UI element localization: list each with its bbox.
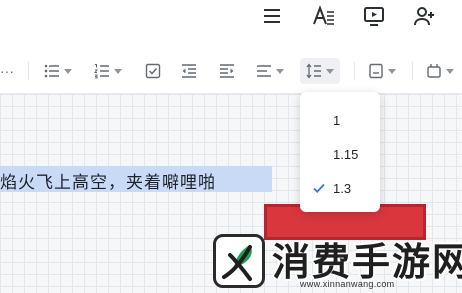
numbered-list-icon [94, 64, 109, 79]
outdent-button[interactable] [181, 60, 197, 82]
align-button[interactable] [256, 60, 284, 82]
insert-block-icon [369, 63, 383, 79]
line-spacing-option-1[interactable]: 1 [300, 104, 380, 136]
line-spacing-icon [306, 63, 321, 79]
bullet-list-button[interactable] [44, 60, 72, 82]
insert-widget-icon [427, 64, 441, 78]
outdent-icon [182, 64, 196, 78]
leaf-logo-icon [222, 245, 252, 281]
bullet-list-icon [44, 64, 59, 78]
format-toolbar: ··· [0, 46, 462, 94]
insert-block-button[interactable] [368, 60, 396, 82]
checkbox-list-button[interactable] [145, 60, 161, 82]
toolbar-divider [354, 62, 355, 80]
present-icon[interactable] [360, 4, 388, 28]
line-spacing-option-1-3[interactable]: 1.3 [300, 172, 380, 204]
text-style-icon[interactable] [310, 4, 338, 28]
line-spacing-button[interactable] [300, 58, 340, 84]
checkbox-list-icon [145, 63, 161, 79]
selected-text[interactable]: 焰火飞上高空，夹着噼哩啪 [0, 168, 216, 193]
line-spacing-option-1-15[interactable]: 1.15 [300, 138, 380, 170]
toolbar-divider [412, 62, 413, 80]
add-user-icon[interactable] [410, 4, 438, 28]
numbered-list-button[interactable] [94, 60, 122, 82]
watermark-title: 消费手游网 [272, 239, 462, 284]
watermark-logo [213, 234, 265, 288]
toolbar-divider [28, 62, 29, 80]
indent-icon [220, 64, 234, 78]
top-bar [0, 0, 462, 46]
indent-button[interactable] [219, 60, 235, 82]
line-spacing-menu: 1 1.15 1.3 [300, 92, 380, 212]
insert-widget-button[interactable] [426, 60, 454, 82]
watermark-url: www.xinnanwang.com [300, 279, 395, 289]
more-options-button[interactable]: ··· [0, 60, 14, 82]
hamburger-menu-icon[interactable] [258, 4, 286, 28]
align-icon [257, 65, 271, 77]
check-icon [313, 183, 325, 193]
